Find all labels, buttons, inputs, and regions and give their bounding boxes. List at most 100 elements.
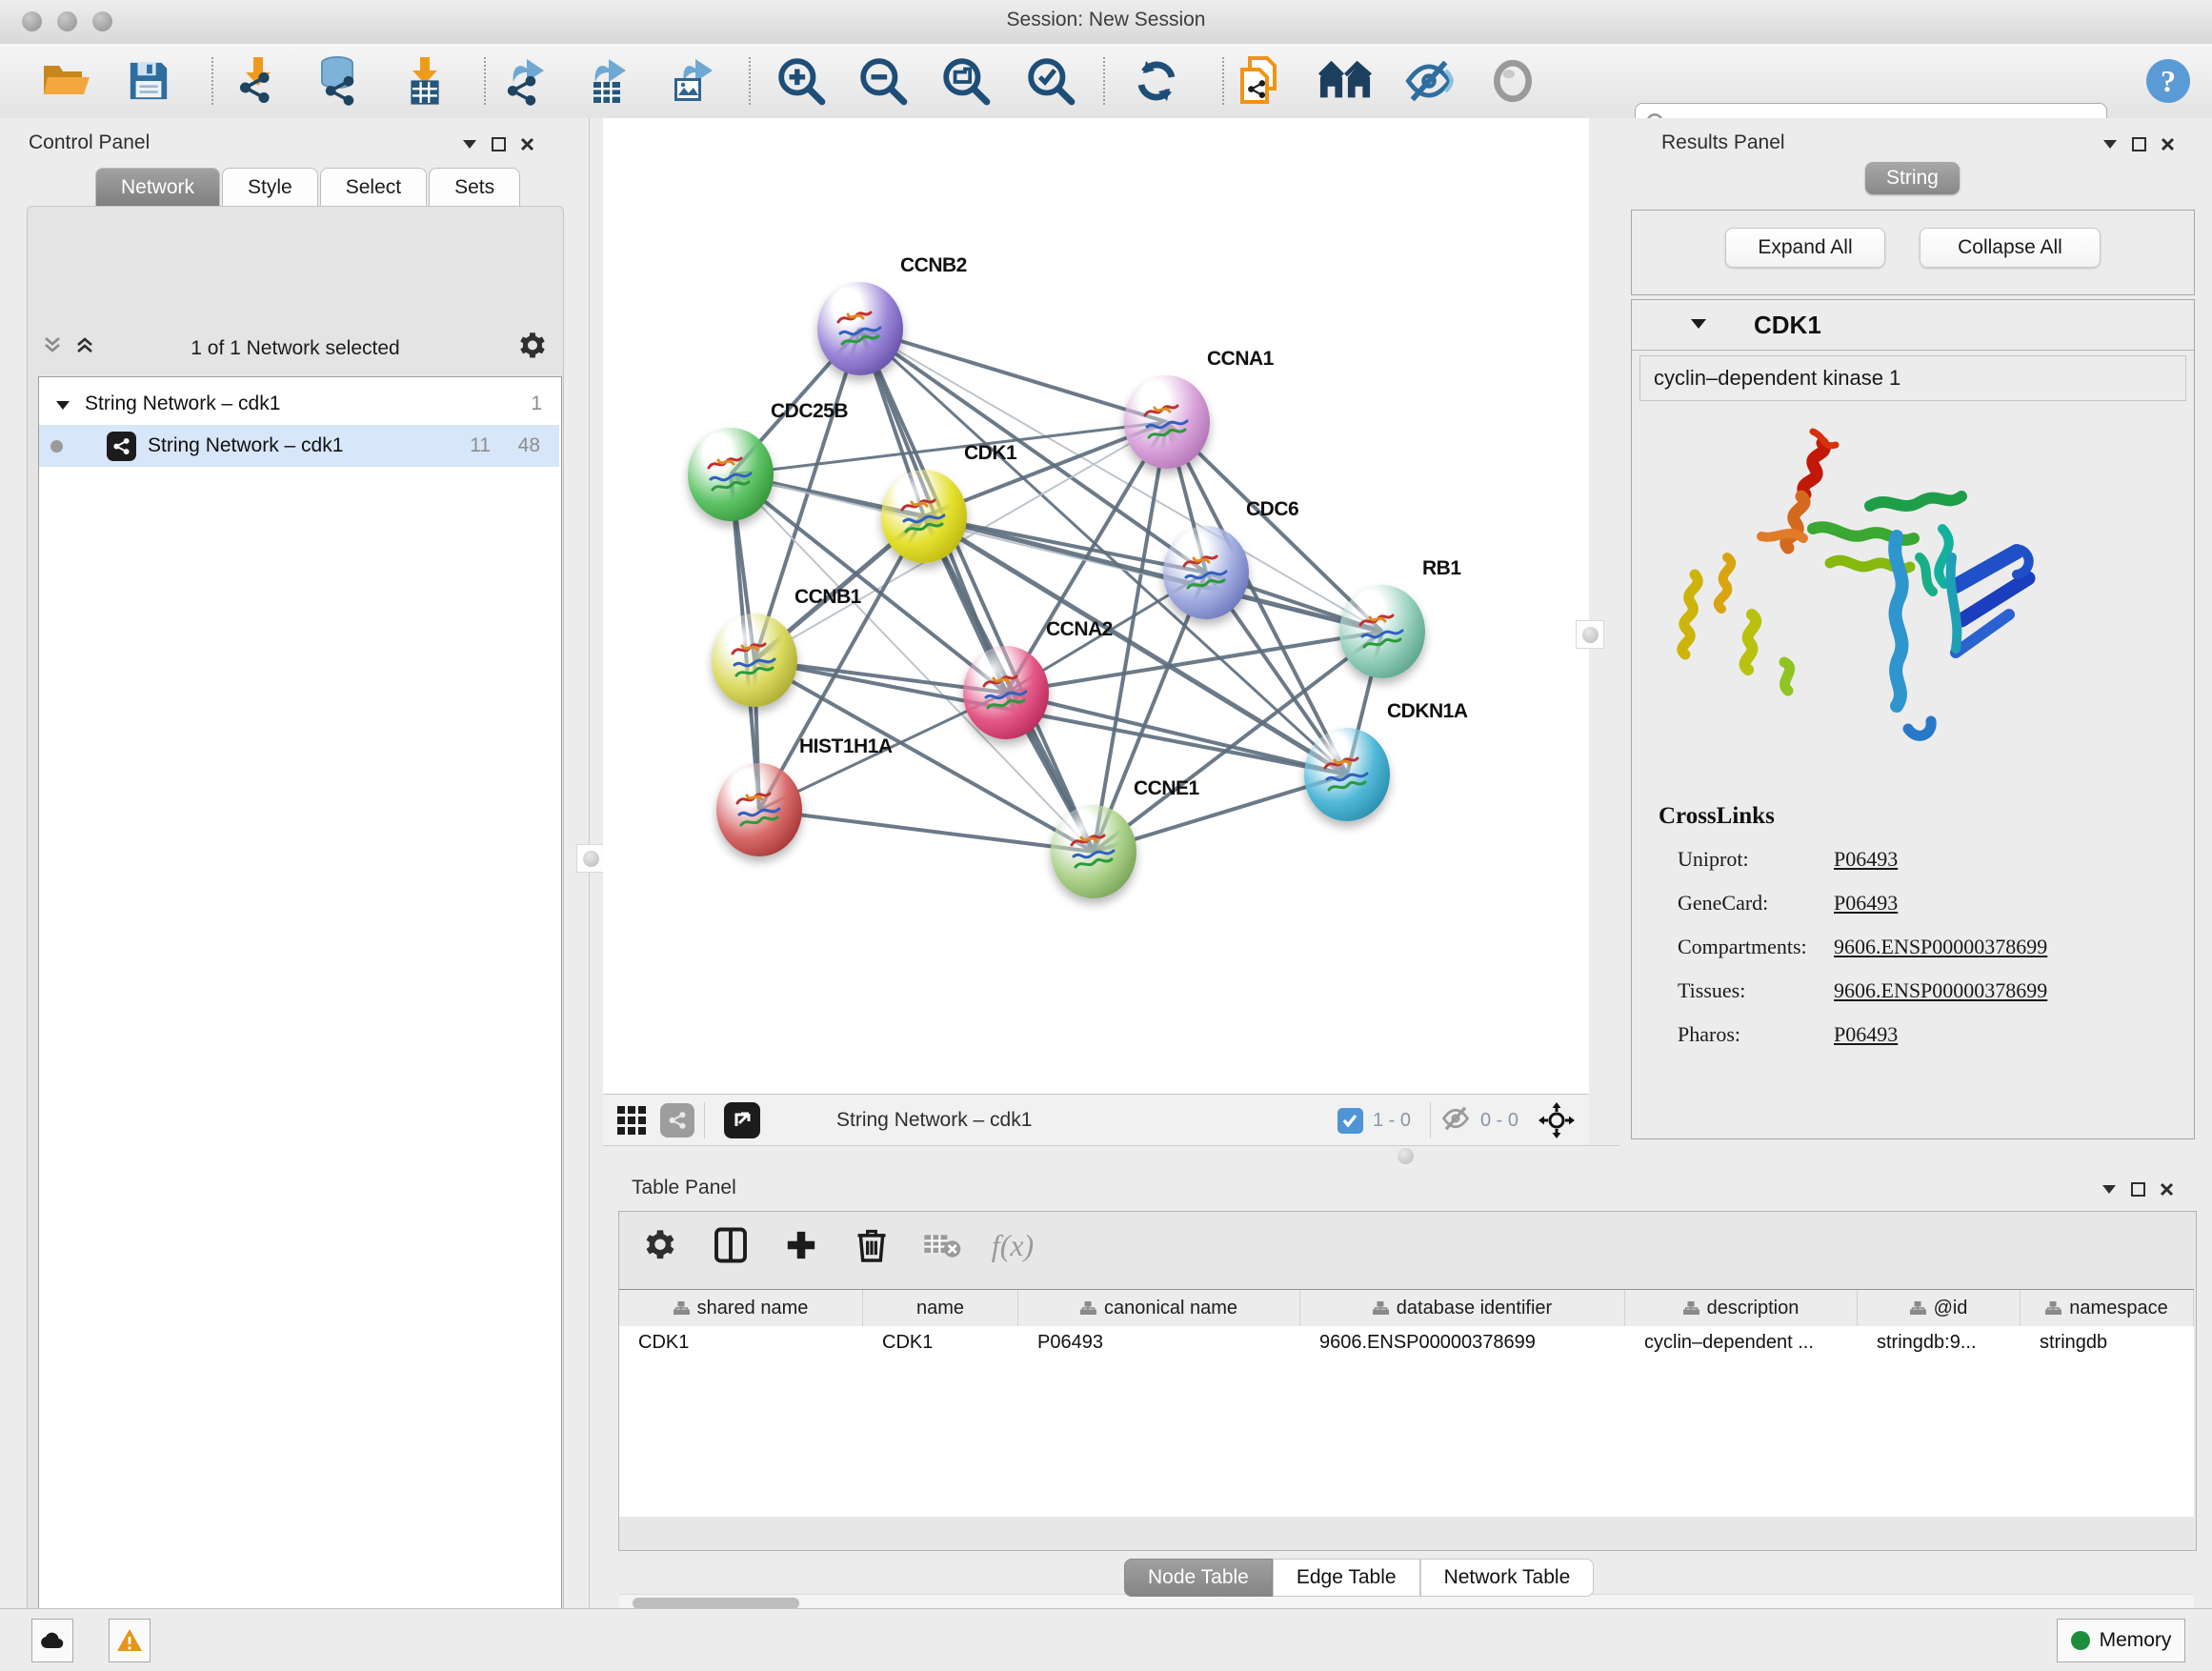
function-builder-icon[interactable]: f(x) (991, 1223, 1035, 1267)
network-node-CCNB1[interactable] (712, 614, 797, 707)
tab-select[interactable]: Select (320, 168, 427, 207)
zoom-in-icon[interactable] (774, 54, 828, 108)
network-node-CDC6[interactable] (1163, 526, 1249, 619)
network-collection-row[interactable]: String Network – cdk1 1 (39, 383, 559, 425)
zoom-selected-icon[interactable] (1024, 54, 1077, 108)
hide-visual-properties-icon[interactable] (1402, 54, 1456, 108)
table-cell[interactable]: CDK1 (882, 1332, 1015, 1354)
table-cell[interactable]: stringdb (2040, 1332, 2190, 1354)
crosslink-link[interactable]: P06493 (1834, 1022, 1898, 1047)
network-node-CDKN1A[interactable] (1304, 728, 1390, 821)
delete-table-icon[interactable] (920, 1223, 964, 1267)
float-panel-icon[interactable] (2123, 1177, 2152, 1201)
memory-label: Memory (2100, 1629, 2172, 1652)
selected-checkbox[interactable] (1337, 1108, 1363, 1134)
tab-sets[interactable]: Sets (429, 168, 520, 207)
table-cell[interactable]: cyclin–dependent ... (1644, 1332, 1854, 1354)
left-splitter-handle[interactable] (576, 844, 605, 873)
close-panel-icon[interactable] (513, 131, 541, 156)
fit-content-crosshair-icon[interactable] (1538, 1101, 1576, 1139)
crosslink-label: Tissues: (1678, 978, 1745, 1003)
horizontal-splitter-handle[interactable] (1398, 1148, 1414, 1164)
network-node-RB1[interactable] (1339, 585, 1425, 678)
memory-button[interactable]: Memory (2057, 1619, 2185, 1662)
import-table-icon[interactable] (398, 54, 452, 108)
zoom-fit-icon[interactable] (939, 54, 993, 108)
collapse-panel-icon[interactable] (2096, 131, 2124, 156)
column-header-namespace[interactable]: namespace (2021, 1290, 2194, 1326)
collection-expander-icon[interactable] (56, 393, 70, 415)
help-icon[interactable]: ? (2142, 54, 2195, 108)
crosslink-link[interactable]: P06493 (1834, 891, 1898, 916)
column-header-database-identifier[interactable]: database identifier (1300, 1290, 1625, 1326)
collapse-panel-icon[interactable] (455, 131, 484, 156)
network-canvas[interactable]: CCNB2 CCNA1 CDC25B CDK1 CDC6 (603, 118, 1589, 1094)
tab-string[interactable]: String (1865, 162, 1960, 194)
gene-expander-icon[interactable] (1691, 316, 1706, 333)
export-image-icon[interactable] (664, 54, 717, 108)
copy-network-icon[interactable] (1234, 54, 1287, 108)
delete-column-icon[interactable] (850, 1223, 894, 1267)
network-node-HIST1H1A[interactable] (716, 763, 802, 856)
network-node-CDC25B[interactable] (688, 428, 774, 521)
protein-thumbnail (732, 784, 787, 836)
expand-all-button[interactable]: Expand All (1725, 228, 1885, 268)
show-visual-properties-icon[interactable] (1486, 54, 1539, 108)
float-panel-icon[interactable] (2124, 131, 2153, 156)
node-label-CCNB2: CCNB2 (900, 254, 967, 277)
tab-edge-table[interactable]: Edge Table (1273, 1559, 1420, 1597)
table-cell[interactable]: P06493 (1037, 1332, 1297, 1354)
network-node-CCNB2[interactable] (817, 282, 903, 375)
network-view-share-icon[interactable] (660, 1103, 694, 1137)
save-session-icon[interactable] (122, 54, 175, 108)
column-header-shared-name[interactable]: shared name (619, 1290, 863, 1326)
column-header-name[interactable]: name (863, 1290, 1018, 1326)
network-edges[interactable] (603, 118, 1589, 1094)
close-panel-icon[interactable] (2153, 131, 2182, 156)
gene-section-header[interactable]: CDK1 (1632, 300, 2194, 351)
column-header--id[interactable]: @id (1858, 1290, 2021, 1326)
grid-view-icon[interactable] (613, 1101, 651, 1139)
crosslink-link[interactable]: 9606.ENSP00000378699 (1834, 978, 2047, 1003)
crosslink-link[interactable]: 9606.ENSP00000378699 (1834, 935, 2047, 959)
collapse-panel-icon[interactable] (2095, 1177, 2123, 1201)
tab-network[interactable]: Network (95, 168, 220, 207)
birds-eye-view-icon[interactable] (724, 1102, 760, 1138)
export-table-icon[interactable] (581, 54, 634, 108)
houses-icon[interactable] (1318, 54, 1372, 108)
expand-all-networks-icon[interactable] (40, 332, 65, 362)
import-network-from-database-icon[interactable] (312, 54, 366, 108)
network-node-CCNE1[interactable] (1051, 805, 1136, 898)
tab-style[interactable]: Style (222, 168, 318, 207)
column-header-description[interactable]: description (1625, 1290, 1858, 1326)
warning-button[interactable] (109, 1619, 151, 1662)
refresh-icon[interactable] (1130, 54, 1183, 108)
table-cell[interactable]: 9606.ENSP00000378699 (1319, 1332, 1621, 1354)
table-cell[interactable]: stringdb:9... (1877, 1332, 2017, 1354)
open-session-icon[interactable] (40, 54, 93, 108)
collapse-all-button[interactable]: Collapse All (1920, 228, 2101, 268)
tab-network-table[interactable]: Network Table (1420, 1559, 1595, 1597)
network-options-gear-icon[interactable] (518, 332, 547, 365)
import-network-icon[interactable] (231, 54, 285, 108)
network-node-CDK1[interactable] (881, 470, 967, 563)
network-tree: String Network – cdk1 1 String Network –… (38, 376, 562, 1671)
float-panel-icon[interactable] (484, 131, 513, 156)
show-columns-icon[interactable] (709, 1223, 753, 1267)
tab-node-table[interactable]: Node Table (1124, 1559, 1273, 1597)
zoom-out-icon[interactable] (856, 54, 910, 108)
table-gear-icon[interactable] (638, 1223, 682, 1267)
network-row-selected[interactable]: String Network – cdk1 11 48 (39, 425, 559, 467)
network-node-CCNA1[interactable] (1124, 375, 1210, 469)
cloud-button[interactable] (31, 1619, 73, 1662)
right-splitter-handle[interactable] (1576, 620, 1604, 649)
export-network-icon[interactable] (499, 54, 553, 108)
crosslink-link[interactable]: P06493 (1834, 847, 1898, 872)
network-node-CCNA2[interactable] (963, 646, 1049, 739)
add-column-icon[interactable] (779, 1223, 823, 1267)
hidden-eye-icon[interactable] (1440, 1104, 1471, 1137)
table-cell[interactable]: CDK1 (638, 1332, 859, 1354)
collapse-all-networks-icon[interactable] (72, 332, 97, 362)
close-panel-icon[interactable] (2152, 1177, 2181, 1201)
column-header-canonical-name[interactable]: canonical name (1018, 1290, 1300, 1326)
